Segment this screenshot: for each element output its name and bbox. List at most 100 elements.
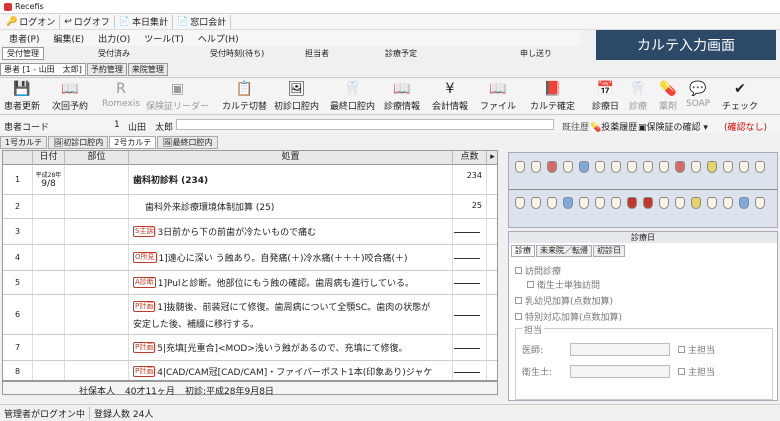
row-treatment: 歯科外来診療環境体制加算 (25)	[129, 195, 453, 218]
tooth-icon[interactable]	[579, 161, 589, 173]
table-row[interactable]: 2 歯科外来診療環境体制加算 (25) 25	[3, 195, 497, 219]
tooth-icon[interactable]	[627, 197, 637, 209]
menu-patient[interactable]: 患者(P)	[2, 32, 46, 45]
tab-chart-2[interactable]: 2号カルテ	[109, 136, 157, 149]
tooth-icon[interactable]	[643, 197, 653, 209]
tooth-icon[interactable]	[707, 197, 717, 209]
toolbar-button-pill[interactable]: 💊 薬剤	[658, 80, 678, 112]
toolbar-button-clinical-info[interactable]: 📖 診療情報	[384, 80, 420, 112]
table-row[interactable]: 6 P計画 1]抜髄後、前装冠にて修復。歯周病について全顎SC。歯肉の状態が 安定した…	[3, 295, 497, 335]
row-points: 25	[453, 195, 487, 218]
table-row[interactable]: 7 P計画 5|充填[光重合]<MOD>浅いう蝕があるので、充填にて修復。	[3, 335, 497, 361]
patient-memo-field[interactable]	[176, 119, 554, 130]
toolbar-button-save[interactable]: 💾 患者更新	[4, 80, 40, 112]
tooth-chart[interactable]	[508, 152, 778, 228]
toolbar-button-first-oral[interactable]: 🖼 初診口腔内	[274, 80, 319, 112]
menu-output[interactable]: 出力(O)	[91, 32, 137, 45]
daily-total-button[interactable]: 📄 本日集計	[115, 14, 174, 29]
reception-col-received: 受付済み	[98, 49, 130, 58]
toolbar-button-accounting[interactable]: ¥ 会計情報	[432, 80, 468, 112]
tab-treatment[interactable]: 診療	[511, 245, 535, 257]
tooth-icon[interactable]	[659, 197, 669, 209]
drug-history-link[interactable]: 💊投薬履歴	[590, 120, 637, 133]
tooth-icon[interactable]	[643, 161, 653, 173]
tab-last-oral[interactable]: 🖼最終口腔内	[157, 136, 218, 149]
toolbar-button-romexis[interactable]: R Romexis	[102, 80, 140, 109]
table-row[interactable]: 4 O所見 1]遠心に深い う蝕あり。自発痛(＋)冷水痛(＋＋＋)咬合痛(＋)	[3, 245, 497, 271]
tooth-icon[interactable]	[595, 161, 605, 173]
tooth-icon[interactable]	[723, 197, 733, 209]
tooth-icon[interactable]	[723, 161, 733, 173]
tooth-icon[interactable]	[579, 197, 589, 209]
save-icon: 💾	[13, 81, 31, 97]
tooth-icon[interactable]	[707, 161, 717, 173]
toolbar-button-card-reader[interactable]: ▣ 保険証リーダー	[146, 80, 209, 112]
infant-addition-checkbox[interactable]: 乳幼児加算(点数加算)	[515, 294, 613, 307]
tooth-icon[interactable]	[675, 197, 685, 209]
toolbar-button-file[interactable]: 📖 ファイル	[480, 80, 516, 112]
toolbar-button-last-oral[interactable]: 🦷 最終口腔内	[330, 80, 375, 112]
menu-help[interactable]: ヘルプ(H)	[191, 32, 246, 45]
tooth-icon[interactable]	[547, 161, 557, 173]
hygienist-main-checkbox[interactable]	[678, 368, 685, 375]
tooth-icon[interactable]	[515, 161, 525, 173]
toolbar-button-book[interactable]: 📖 次回予約	[52, 80, 88, 112]
tooth-icon[interactable]	[691, 161, 701, 173]
toolbar-button-chart-confirm[interactable]: 📕 カルテ確定	[530, 80, 575, 112]
tab-reservation[interactable]: 予約管理	[86, 63, 127, 76]
home-visit-checkbox[interactable]: 訪問診療	[515, 264, 561, 277]
doctor-main-checkbox[interactable]	[678, 346, 685, 353]
points-dash	[454, 348, 480, 349]
toolbar-button-chart-switch[interactable]: 📋 カルテ切替	[222, 80, 267, 112]
hygienist-select[interactable]	[570, 365, 670, 378]
toolbar-button-check[interactable]: ✔ チェック	[722, 80, 758, 112]
toolbar-button-soap[interactable]: 💬 SOAP	[686, 80, 710, 109]
table-row[interactable]: 8 P計画 4|CAD/CAM冠[CAD/CAM]・ファイバーポスト1本(印象あり)…	[3, 361, 497, 380]
logon-button[interactable]: 🔑 ログオン	[2, 14, 61, 29]
tooth-icon[interactable]	[611, 197, 621, 209]
tooth-icon[interactable]	[611, 161, 621, 173]
tab-reception[interactable]: 受付管理	[2, 47, 44, 60]
doctor-select[interactable]	[570, 343, 670, 356]
hygienist-visit-checkbox[interactable]: 衛生士単独訪問	[527, 278, 600, 291]
toolbar-label: 次回予約	[52, 102, 89, 112]
tooth-icon[interactable]	[659, 161, 669, 173]
tooth-icon[interactable]	[515, 197, 525, 209]
tooth-icon[interactable]	[675, 161, 685, 173]
menu-tools[interactable]: ツール(T)	[137, 32, 191, 45]
tooth-icon[interactable]	[755, 161, 765, 173]
counter-accounting-button[interactable]: 📄 窓口会計	[173, 14, 232, 29]
tab-first-oral[interactable]: 🖼初診口腔内	[48, 136, 109, 149]
tooth-icon[interactable]	[563, 197, 573, 209]
tooth-icon[interactable]	[531, 161, 541, 173]
patient-tabs: 患者 [1 - 山田 太郎] 予約管理 来院管理	[0, 63, 780, 76]
tab-patient[interactable]: 患者 [1 - 山田 太郎]	[0, 63, 86, 76]
points-dash	[454, 232, 480, 233]
logoff-button[interactable]: ↩ ログオフ	[60, 14, 115, 29]
toolbar-button-tooth[interactable]: 🦷 診療	[628, 80, 648, 112]
tooth-icon[interactable]	[755, 197, 765, 209]
tab-not-visited[interactable]: 未来院／転帰	[536, 245, 592, 257]
table-row[interactable]: 3 S主訴 3日前から下の前歯が冷たいもので痛む	[3, 219, 497, 245]
table-row[interactable]: 5 A診断 1]Pulと診断。他部位にもう蝕の確認。歯周病も進行している。	[3, 271, 497, 295]
scroll-right-icon[interactable]: ▸	[487, 151, 497, 165]
special-addition-checkbox[interactable]: 特別対応加算(点数加算)	[515, 310, 622, 323]
tab-chart-1[interactable]: 1号カルテ	[0, 136, 48, 149]
tooth-icon[interactable]	[547, 197, 557, 209]
calendar-icon: 📅	[596, 81, 615, 97]
tooth-icon[interactable]	[563, 161, 573, 173]
tooth-icon[interactable]	[691, 197, 701, 209]
menu-edit[interactable]: 編集(E)	[46, 32, 91, 45]
tooth-icon[interactable]	[531, 197, 541, 209]
toolbar-button-calendar[interactable]: 📅 診療日	[592, 80, 619, 112]
insurance-check-link[interactable]: ▣保険証の確認 ▾	[638, 120, 708, 133]
table-row[interactable]: 1 平成28年 9/8 歯科初診料 (234) 234	[3, 165, 497, 195]
tab-visit[interactable]: 来院管理	[127, 63, 168, 76]
tab-first-visit-day[interactable]: 初診日	[593, 245, 625, 257]
tooth-icon[interactable]	[627, 161, 637, 173]
row-number: 4	[3, 245, 33, 270]
tooth-icon[interactable]	[739, 197, 749, 209]
tooth-icon[interactable]	[739, 161, 749, 173]
medical-history-link[interactable]: 既往歴	[562, 120, 589, 133]
tooth-icon[interactable]	[595, 197, 605, 209]
